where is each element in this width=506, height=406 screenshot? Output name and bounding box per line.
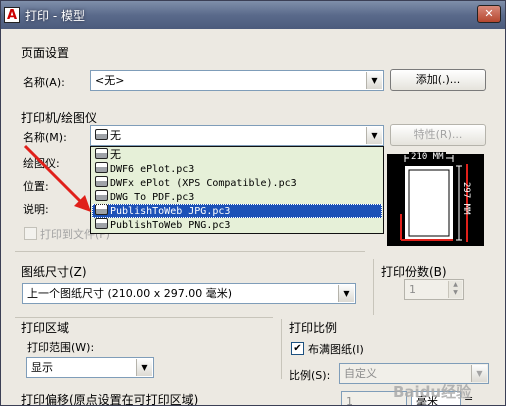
plotter-icon <box>95 176 108 187</box>
separator <box>373 259 374 315</box>
plot-range-label: 打印范围(W): <box>27 341 95 354</box>
plotter-icon <box>95 190 108 201</box>
dropdown-item[interactable]: DWG To PDF.pc3 <box>92 190 382 204</box>
chevron-down-icon: ▼ <box>338 285 354 302</box>
plot-range-select[interactable]: 显示 ▼ <box>26 357 154 378</box>
paper-size-select[interactable]: 上一个图纸尺寸 (210.00 x 297.00 毫米) ▼ <box>22 283 356 304</box>
location-label: 位置: <box>23 180 49 193</box>
printer-dropdown-list[interactable]: 无 DWF6 ePlot.pc3 DWFx ePlot (XPS Compati… <box>90 146 384 234</box>
printer-group-title: 打印机/绘图仪 <box>21 111 98 125</box>
autocad-app-icon: A <box>4 7 20 23</box>
chevron-down-icon: ▼ <box>471 365 487 382</box>
plot-area-group-title: 打印区域 <box>21 321 70 335</box>
plot-offset-value: 1 <box>346 395 353 406</box>
plotter-icon <box>95 204 108 215</box>
printer-name-value: 无 <box>110 129 121 142</box>
scale-ratio-value: 自定义 <box>344 367 377 380</box>
paper-preview: 210 MM 297 MM <box>387 152 484 246</box>
preview-height-label: 297 MM <box>461 182 471 215</box>
paper-size-value: 上一个图纸尺寸 (210.00 x 297.00 毫米) <box>27 287 233 300</box>
print-to-file-checkbox[interactable] <box>24 227 37 240</box>
dropdown-item-selected[interactable]: PublishToWeb JPG.pc3 <box>92 204 382 218</box>
baidu-watermark: Baidu经验 <box>393 383 472 401</box>
page-setup-group-title: 页面设置 <box>21 46 70 60</box>
dropdown-item[interactable]: 无 <box>92 148 382 162</box>
chevron-down-icon: ▼ <box>136 359 152 376</box>
plotter-icon <box>95 218 108 229</box>
dropdown-item[interactable]: PublishToWeb PNG.pc3 <box>92 218 382 232</box>
dropdown-item[interactable]: DWFx ePlot (XPS Compatible).pc3 <box>92 176 382 190</box>
description-label: 说明: <box>23 203 49 216</box>
add-page-setup-button[interactable]: 添加(.)... <box>390 69 486 91</box>
window-title: 打印 - 模型 <box>25 9 85 23</box>
title-bar[interactable]: A 打印 - 模型 ✕ <box>1 1 505 29</box>
print-dialog: A 打印 - 模型 ✕ 页面设置 名称(A): <无> ▼ 添加(.)... 打… <box>0 0 506 406</box>
separator <box>15 251 365 252</box>
chevron-down-icon: ▼ <box>366 127 382 144</box>
dropdown-item[interactable]: DWF6 ePlot.pc3 <box>92 162 382 176</box>
plot-offset-group-title: 打印偏移(原点设置在可打印区域) <box>21 393 199 406</box>
plot-range-value: 显示 <box>31 361 53 374</box>
separator <box>15 317 273 318</box>
separator <box>281 319 282 379</box>
paper-size-group-title: 图纸尺寸(Z) <box>21 265 87 279</box>
copies-input[interactable]: 1 ▲ ▼ <box>404 279 464 300</box>
spin-arrows-icon[interactable]: ▲ ▼ <box>448 281 462 298</box>
close-button[interactable]: ✕ <box>477 5 501 23</box>
fit-to-paper-label: 布满图纸(I) <box>308 343 364 356</box>
chevron-down-icon: ▼ <box>366 72 382 89</box>
printer-properties-button[interactable]: 特性(R)... <box>390 124 486 146</box>
plot-scale-group-title: 打印比例 <box>289 321 338 335</box>
plotter-label: 绘图仪: <box>23 157 60 170</box>
scale-ratio-label: 比例(S): <box>289 369 331 382</box>
printer-icon <box>95 129 108 140</box>
printer-name-label: 名称(M): <box>23 131 67 144</box>
page-setup-name-select[interactable]: <无> ▼ <box>90 70 384 91</box>
plotter-icon <box>95 162 108 173</box>
copies-value: 1 <box>409 283 416 296</box>
printer-icon <box>95 148 108 159</box>
page-setup-name-label: 名称(A): <box>23 76 65 89</box>
printer-name-select[interactable]: 无 ▼ <box>90 125 384 146</box>
fit-to-paper-checkbox[interactable]: ✔ <box>291 342 304 355</box>
preview-width-label: 210 MM <box>409 152 446 162</box>
copies-group-title: 打印份数(B) <box>381 265 447 279</box>
page-setup-name-value: <无> <box>95 74 125 87</box>
dialog-content: 页面设置 名称(A): <无> ▼ 添加(.)... 打印机/绘图仪 名称(M)… <box>1 29 505 406</box>
